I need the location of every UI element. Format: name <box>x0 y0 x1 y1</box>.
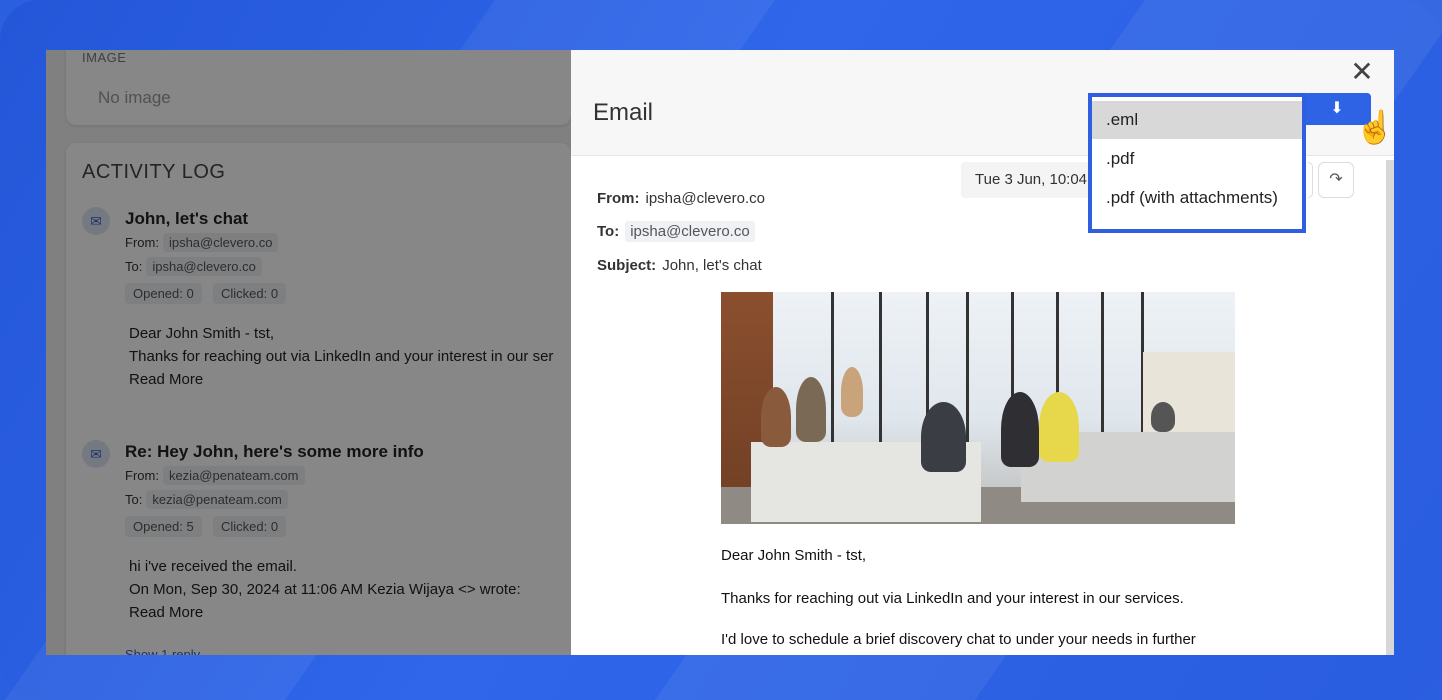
download-format-menu: .eml .pdf .pdf (with attachments) <box>1088 93 1306 233</box>
person <box>1039 392 1079 462</box>
menu-item-pdf[interactable]: .pdf <box>1092 140 1302 178</box>
to-label: To: <box>597 223 620 240</box>
hand-cursor-icon: ☝ <box>1355 109 1394 145</box>
forward-icon[interactable]: ↷ <box>1318 162 1354 198</box>
person <box>761 387 791 447</box>
email-from: From: ipsha@clevero.co <box>597 190 765 207</box>
modal-title: Email <box>593 99 654 126</box>
scrollbar[interactable] <box>1386 160 1394 655</box>
email-subject: Subject: John, let's chat <box>597 257 762 274</box>
email-paragraph: Thanks for reaching out via LinkedIn and… <box>721 590 1184 607</box>
download-icon: ⬇ <box>1330 100 1344 117</box>
email-image-office <box>721 292 1235 524</box>
subject-value: John, let's chat <box>662 257 762 274</box>
email-modal: Email ✕ ⬇ Tue 3 Jun, 10:04 ↷ From: ipsha@… <box>571 50 1394 655</box>
modal-backdrop[interactable] <box>46 50 571 655</box>
window-frame <box>966 292 969 462</box>
person <box>921 402 966 472</box>
email-to: To: ipsha@clevero.co <box>597 221 755 242</box>
from-value: ipsha@clevero.co <box>645 190 765 207</box>
monitor <box>1151 402 1175 432</box>
person <box>841 367 863 417</box>
app-screen: IMAGE No image ACTIVITY LOG ✉ John, let'… <box>46 50 1394 655</box>
window-frame <box>831 292 834 462</box>
to-value: ipsha@clevero.co <box>625 221 755 242</box>
record-panel: IMAGE No image ACTIVITY LOG ✉ John, let'… <box>46 50 571 655</box>
menu-item-pdf-attachments[interactable]: .pdf (with attachments) <box>1092 179 1302 217</box>
email-date: Tue 3 Jun, 10:04 <box>961 162 1101 198</box>
reply-button-edge[interactable] <box>1308 162 1313 198</box>
subject-label: Subject: <box>597 257 657 274</box>
from-label: From: <box>597 190 640 207</box>
menu-item-eml[interactable]: .eml <box>1092 101 1302 139</box>
email-greeting: Dear John Smith - tst, <box>721 547 867 564</box>
email-paragraph: I'd love to schedule a brief discovery c… <box>721 631 1196 648</box>
window-frame <box>879 292 882 462</box>
person <box>796 377 826 442</box>
close-icon[interactable]: ✕ <box>1348 58 1376 86</box>
person <box>1001 392 1039 467</box>
